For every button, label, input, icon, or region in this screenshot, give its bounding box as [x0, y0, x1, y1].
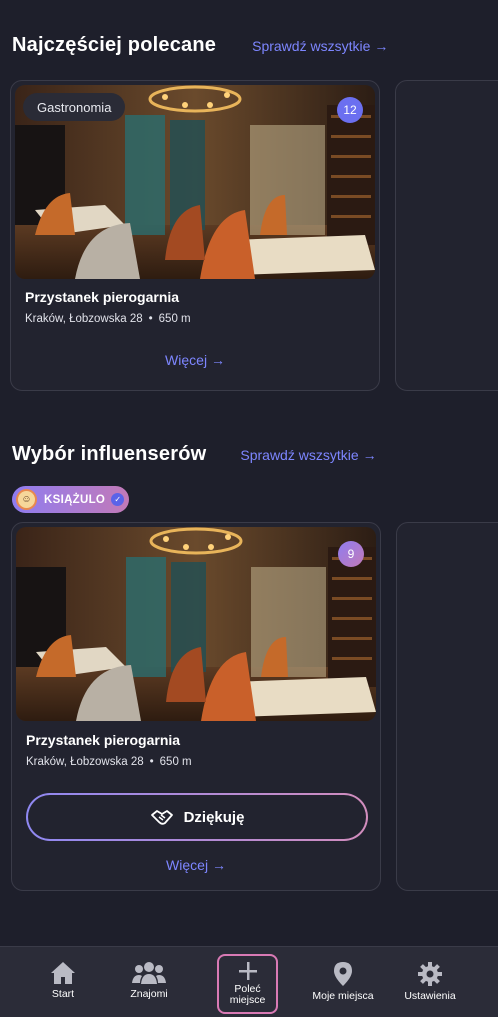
place-name: Przystanek pierogarnia	[25, 289, 180, 305]
place-address: Kraków, Łobzowska 28	[26, 756, 144, 768]
nav-item-start[interactable]: Start	[40, 947, 86, 1017]
place-card[interactable]: Gastronomia 12 Przystanek pierogarnia Kr…	[10, 80, 380, 391]
influencer-name: KSIĄŻULO	[44, 493, 106, 506]
nav-item-recommend-place[interactable]: Poleć miejsce	[217, 954, 278, 1014]
see-all-link[interactable]: Sprawdź wszsytkie →	[240, 447, 376, 463]
influencer-avatar: ☺	[16, 489, 37, 510]
place-address-line: Kraków, Łobzowska 28 • 650 m	[25, 313, 191, 325]
more-link[interactable]: Więcej →	[12, 857, 380, 873]
thanks-label: Dziękuję	[183, 808, 245, 826]
home-icon	[51, 962, 75, 984]
see-all-link[interactable]: Sprawdź wszsytkie →	[252, 38, 388, 54]
nav-item-settings[interactable]: Ustawienia	[400, 947, 460, 1017]
arrow-right-icon: →	[374, 37, 389, 54]
place-card-next[interactable]	[396, 522, 498, 891]
handshake-icon	[150, 810, 173, 825]
map-pin-icon	[334, 962, 352, 986]
place-distance: 650 m	[159, 756, 192, 768]
place-card[interactable]: 9 Przystanek pierogarnia Kraków, Łobzows…	[11, 522, 381, 891]
place-name: Przystanek pierogarnia	[26, 732, 181, 748]
arrow-right-icon: →	[210, 352, 225, 368]
arrow-right-icon: →	[211, 857, 226, 873]
section-most-recommended-header: Najczęściej polecane Sprawdź wszsytkie →	[12, 34, 388, 57]
recommendation-count-badge: 12	[337, 97, 363, 123]
place-distance: 650 m	[158, 313, 191, 325]
place-address: Kraków, Łobzowska 28	[25, 313, 143, 325]
influencer-chip[interactable]: ☺ KSIĄŻULO ✓	[12, 486, 129, 513]
bottom-navigation: Start Znajomi Poleć miejsce Moje miejsca	[0, 946, 498, 1017]
place-address-line: Kraków, Łobzowska 28 • 650 m	[26, 756, 192, 768]
verified-check-icon: ✓	[111, 493, 125, 506]
section-influencers-header: Wybór influenserów Sprawdź wszsytkie →	[12, 443, 377, 466]
more-link[interactable]: Więcej →	[11, 352, 379, 368]
nav-item-my-places[interactable]: Moje miejsca	[306, 947, 380, 1017]
place-photo: Gastronomia 12	[15, 85, 375, 279]
friends-icon	[132, 962, 166, 984]
section-title: Najczęściej polecane	[12, 34, 217, 56]
place-card-next[interactable]	[395, 80, 498, 391]
nav-item-friends[interactable]: Znajomi	[124, 947, 174, 1017]
place-photo: 9	[16, 527, 376, 721]
category-tag: Gastronomia	[23, 93, 126, 121]
plus-icon	[238, 962, 257, 980]
thanks-button[interactable]: Dziękuję	[26, 793, 368, 841]
gear-icon	[418, 962, 442, 986]
recommendation-count-badge: 9	[338, 541, 364, 567]
arrow-right-icon: →	[362, 446, 377, 463]
section-title: Wybór influenserów	[12, 443, 207, 465]
